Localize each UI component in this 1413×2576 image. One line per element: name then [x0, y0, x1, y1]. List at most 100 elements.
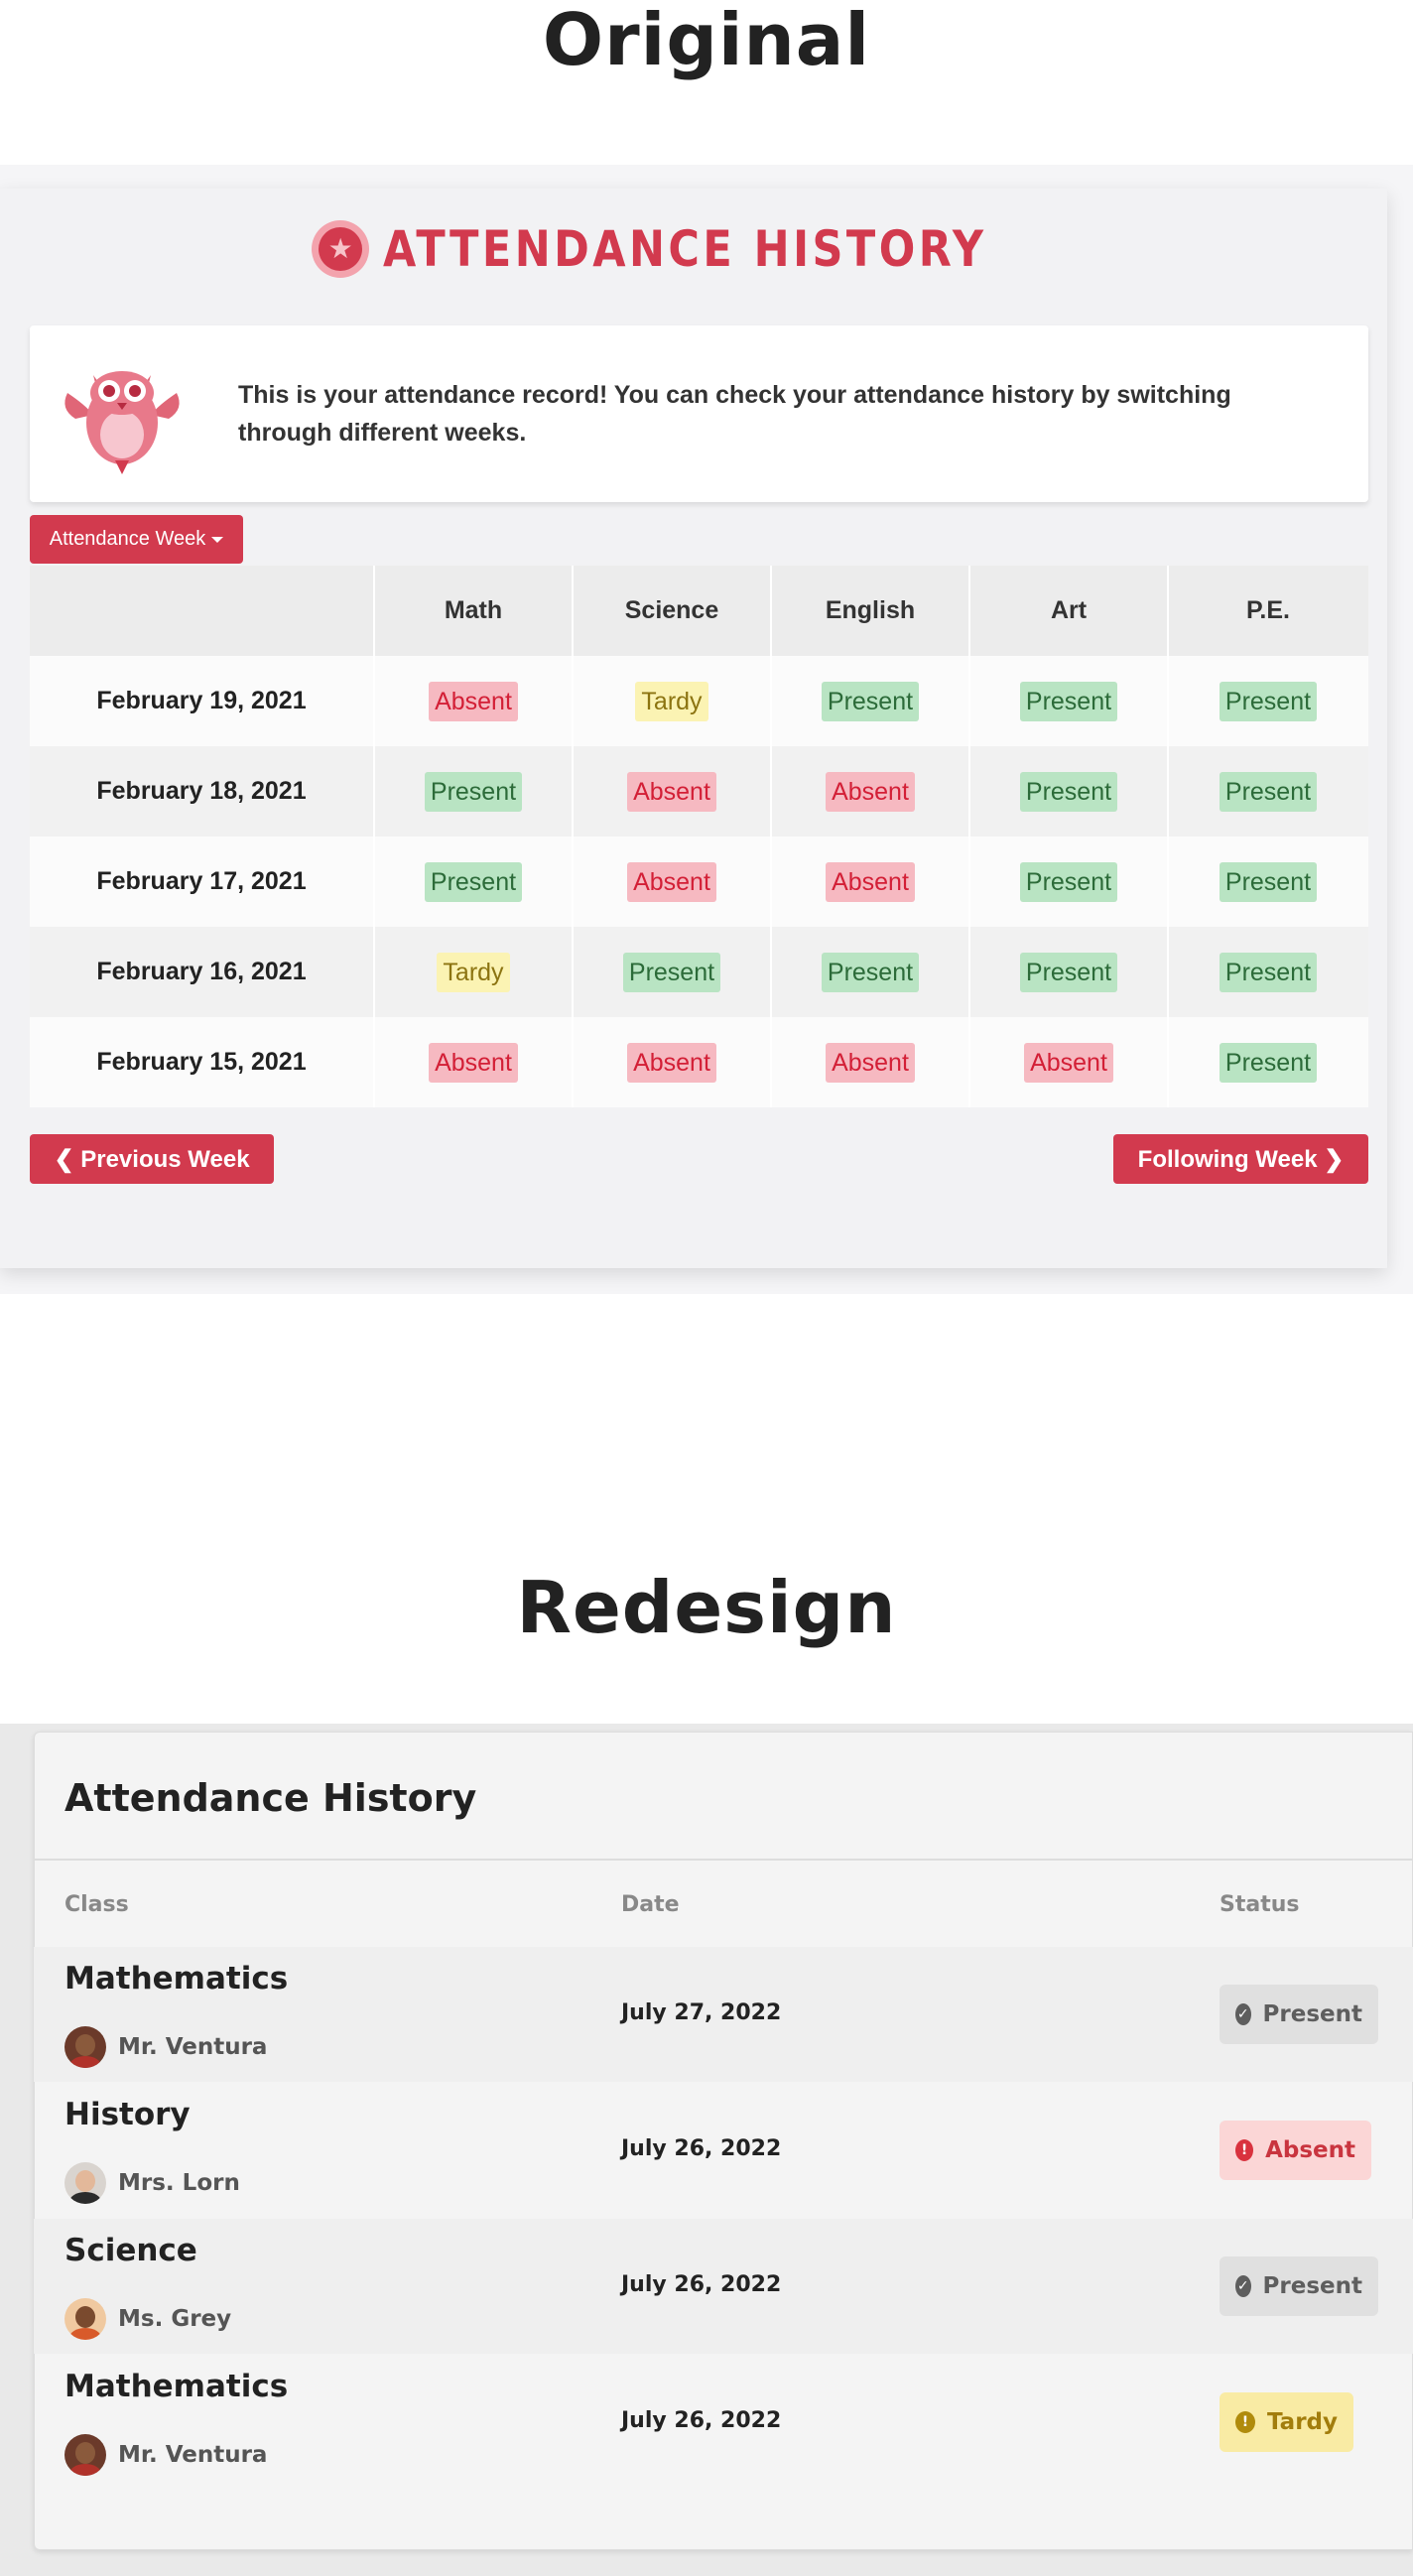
status-badge: Tardy	[635, 681, 708, 721]
list-item[interactable]: Science Ms. Grey July 26, 2022 ✓ Present	[34, 2219, 1413, 2354]
status-badge: ! Absent	[1220, 2121, 1371, 2180]
column-header: Art	[970, 566, 1169, 656]
column-header-status: Status	[1220, 1892, 1300, 1917]
attendance-cell: Present	[574, 927, 772, 1017]
status-badge: Present	[1019, 771, 1118, 812]
status-label: Absent	[1265, 2137, 1355, 2163]
original-page-title: ATTENDANCE HISTORY	[383, 220, 987, 278]
attendance-cell: Absent	[772, 746, 970, 837]
row-date: February 18, 2021	[30, 746, 375, 837]
status-badge: Absent	[627, 1042, 716, 1083]
attendance-cell: Absent	[574, 837, 772, 927]
attendance-cell: Absent	[772, 1017, 970, 1107]
column-header-class: Class	[64, 1892, 129, 1917]
grid-header-row: Math Science English Art P.E.	[30, 566, 1368, 656]
attendance-cell: Present	[375, 746, 574, 837]
list-item[interactable]: Mathematics Mr. Ventura July 26, 2022! Tard…	[34, 2355, 1413, 2490]
attendance-cell: Present	[772, 927, 970, 1017]
list-item[interactable]: History Mrs. Lorn July 26, 2022! Absent	[34, 2083, 1413, 2218]
attendance-cell: Tardy	[375, 927, 574, 1017]
star-badge-icon: ★	[312, 220, 370, 278]
attendance-week-label: Attendance Week	[49, 528, 206, 550]
status-badge: ✓ Present	[1220, 2256, 1378, 2316]
status-badge: Present	[821, 681, 920, 721]
attendance-cell: Present	[1169, 927, 1367, 1017]
column-header-date: Date	[621, 1892, 680, 1917]
previous-week-button[interactable]: ❮ Previous Week	[30, 1134, 274, 1184]
attendance-cell: Absent	[574, 1017, 772, 1107]
status-badge: Absent	[826, 771, 915, 812]
avatar	[64, 2162, 106, 2204]
row-date: February 19, 2021	[30, 656, 375, 746]
column-header: Math	[375, 566, 574, 656]
status-badge: Absent	[627, 771, 716, 812]
attendance-cell: Present	[970, 927, 1169, 1017]
teacher: Mrs. Lorn	[64, 2162, 240, 2204]
status-badge: Absent	[826, 1042, 915, 1083]
status-badge: ! Tardy	[1220, 2392, 1353, 2452]
avatar-face	[75, 2442, 95, 2464]
attendance-grid: Math Science English Art P.E. February 1…	[30, 566, 1368, 1107]
list-item[interactable]: Mathematics Mr. Ventura July 27, 2022 ✓ Pres…	[34, 1947, 1413, 2082]
attendance-cell: Present	[1169, 746, 1367, 837]
attendance-cell: Present	[970, 746, 1169, 837]
avatar	[64, 2298, 106, 2340]
status-badge: Present	[821, 952, 920, 992]
column-header: English	[772, 566, 970, 656]
avatar-body	[69, 2192, 101, 2204]
status-badge: Present	[1019, 952, 1118, 992]
alert-circle-icon: !	[1235, 2139, 1254, 2161]
status-badge: Present	[1219, 1042, 1318, 1083]
attendance-cell: Absent	[375, 1017, 574, 1107]
attendance-cell: Absent	[970, 1017, 1169, 1107]
attendance-cell: Present	[970, 656, 1169, 746]
status-badge: Present	[1219, 952, 1318, 992]
divider	[34, 1859, 1413, 1861]
alert-circle-icon: !	[1235, 2411, 1255, 2433]
attendance-cell: Tardy	[574, 656, 772, 746]
original-heading: Original	[542, 0, 871, 81]
attendance-cell: Present	[970, 837, 1169, 927]
teacher-name: Mr. Ventura	[118, 2442, 268, 2468]
intro-box: This is your attendance record! You can …	[30, 325, 1368, 502]
attendance-week-dropdown[interactable]: Attendance Week	[30, 515, 243, 564]
original-title-bar: ★ ATTENDANCE HISTORY	[0, 220, 1397, 278]
status-badge: Present	[1219, 771, 1318, 812]
status-label: Tardy	[1266, 2409, 1338, 2435]
status-badge: Absent	[1024, 1042, 1113, 1083]
row-date: July 26, 2022	[621, 2136, 782, 2161]
attendance-cell: Absent	[375, 656, 574, 746]
attendance-cell: Absent	[772, 837, 970, 927]
status-badge: Present	[424, 771, 523, 812]
attendance-cell: Absent	[574, 746, 772, 837]
status-badge: Tardy	[437, 952, 510, 992]
owl-mascot-icon	[58, 349, 187, 478]
teacher: Mr. Ventura	[64, 2434, 267, 2476]
row-date: July 26, 2022	[621, 2272, 782, 2297]
avatar	[64, 2026, 106, 2068]
status-badge: Absent	[429, 681, 518, 721]
table-row: February 17, 2021 Present Absent Absent Pres…	[30, 837, 1368, 927]
row-date: July 27, 2022	[621, 2000, 782, 2025]
check-circle-icon: ✓	[1235, 2275, 1251, 2297]
status-label: Present	[1262, 2273, 1362, 2299]
column-header: Science	[574, 566, 772, 656]
row-date: February 15, 2021	[30, 1017, 375, 1107]
status-badge: ✓ Present	[1220, 1985, 1378, 2044]
status-badge: Absent	[826, 861, 915, 902]
row-date: July 26, 2022	[621, 2408, 782, 2433]
teacher-name: Mr. Ventura	[118, 2034, 268, 2060]
class-name: History	[64, 2097, 191, 2132]
status-badge: Present	[424, 861, 523, 902]
status-badge: Absent	[429, 1042, 518, 1083]
class-name: Mathematics	[64, 1961, 289, 1996]
row-date: February 17, 2021	[30, 837, 375, 927]
table-row: February 15, 2021 Absent Absent Absent Absen…	[30, 1017, 1368, 1107]
avatar-face	[75, 2034, 95, 2056]
status-badge: Absent	[627, 861, 716, 902]
table-row: February 18, 2021 Present Absent Absent Pres…	[30, 746, 1368, 837]
grid-header-blank	[30, 566, 375, 656]
following-week-button[interactable]: Following Week ❯	[1113, 1134, 1368, 1184]
avatar	[64, 2434, 106, 2476]
status-badge: Present	[1019, 681, 1118, 721]
